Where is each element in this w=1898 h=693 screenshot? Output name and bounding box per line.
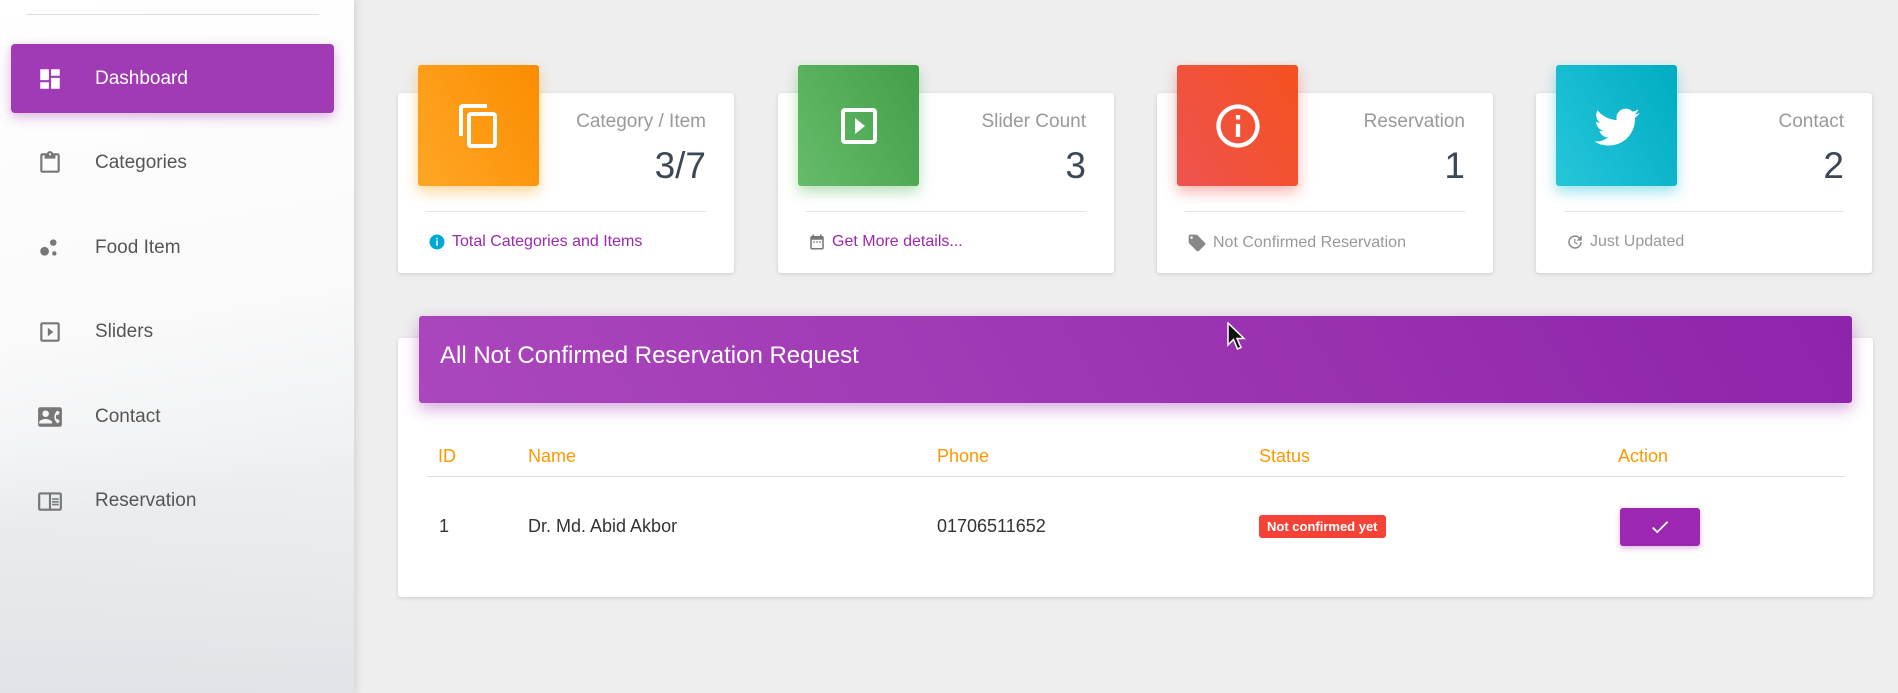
sidebar-item-label: Food Item [95, 237, 181, 258]
twitter-icon [1593, 108, 1640, 145]
card-footer: Not Confirmed Reservation [1187, 233, 1406, 253]
column-header-id: ID [438, 446, 456, 466]
card-footer-text: Just Updated [1590, 233, 1685, 250]
stat-card-slider-count: Slider Count 3 Get More details... [778, 65, 1114, 273]
sidebar-item-label: Contact [95, 406, 161, 427]
panel-title: All Not Confirmed Reservation Request [440, 342, 859, 369]
sidebar-item-contact[interactable]: Contact [11, 382, 334, 451]
card-divider [806, 211, 1086, 212]
slideshow-icon [840, 107, 877, 144]
card-category: Category / Item [576, 111, 706, 132]
card-value: 2 [1823, 145, 1844, 186]
card-footer-text: Not Confirmed Reservation [1213, 234, 1406, 251]
stat-card-category-item: Category / Item 3/7 Total Categories and… [398, 65, 734, 273]
sidebar-item-label: Categories [95, 152, 187, 173]
card-footer-link[interactable]: Total Categories and Items [452, 233, 642, 251]
card-value: 1 [1444, 145, 1465, 186]
card-divider [426, 211, 706, 212]
bubbles-icon [40, 239, 57, 256]
dashboard-icon [40, 69, 60, 89]
card-icon-box [1177, 65, 1298, 186]
sidebar-divider [26, 14, 319, 15]
column-header-name: Name [528, 446, 577, 466]
copy-icon [458, 103, 497, 148]
card-icon-box [1556, 65, 1677, 186]
table-header-divider [427, 476, 1845, 477]
card-category: Contact [1778, 111, 1844, 132]
reservation-icon [38, 492, 62, 511]
sidebar-item-reservation[interactable]: Reservation [11, 466, 334, 535]
check-icon [1652, 521, 1669, 534]
sidebar: Dashboard Categories Food Item Sliders C… [0, 0, 354, 693]
column-header-status: Status [1259, 446, 1311, 466]
sidebar-item-sliders[interactable]: Sliders [11, 297, 334, 366]
slideshow-icon [40, 322, 60, 342]
card-icon-box [798, 65, 919, 186]
card-divider [1564, 211, 1844, 212]
calendar-icon [810, 234, 824, 250]
cell-name: Dr. Md. Abid Akbor [528, 516, 678, 536]
sidebar-item-label: Dashboard [95, 68, 188, 89]
info-outline-icon [1215, 103, 1260, 148]
card-footer: Total Categories and Items [428, 233, 642, 251]
sidebar-item-label: Sliders [95, 321, 154, 342]
update-icon [1568, 235, 1582, 249]
contact-card-icon [38, 407, 62, 427]
card-category: Slider Count [981, 111, 1086, 132]
status-badge: Not confirmed yet [1259, 515, 1386, 538]
card-icon-box [418, 65, 539, 186]
column-header-phone: Phone [937, 446, 990, 466]
sidebar-item-categories[interactable]: Categories [11, 128, 334, 197]
card-category: Reservation [1363, 111, 1465, 132]
stat-card-contact: Contact 2 Just Updated [1536, 65, 1872, 273]
confirm-button[interactable] [1620, 508, 1700, 546]
card-value: 3/7 [654, 145, 706, 186]
cell-phone: 01706511652 [937, 516, 1046, 536]
sidebar-item-label: Reservation [95, 490, 197, 511]
sidebar-item-food-item[interactable]: Food Item [11, 213, 334, 282]
card-footer: Just Updated [1566, 233, 1684, 251]
clipboard-icon [40, 151, 60, 173]
card-divider [1185, 211, 1465, 212]
stat-card-reservation: Reservation 1 Not Confirmed Reservation [1157, 65, 1493, 273]
card-value: 3 [1065, 145, 1086, 186]
mouse-cursor-icon [1227, 322, 1246, 350]
column-header-action: Action [1618, 446, 1669, 466]
sidebar-item-dashboard[interactable]: Dashboard [11, 44, 334, 113]
panel-header: All Not Confirmed Reservation Request [419, 316, 1852, 403]
info-icon [429, 234, 445, 250]
tag-icon [1188, 234, 1206, 252]
cell-id: 1 [439, 516, 450, 536]
card-footer: Get More details... [808, 233, 963, 251]
card-footer-link[interactable]: Get More details... [832, 233, 963, 251]
